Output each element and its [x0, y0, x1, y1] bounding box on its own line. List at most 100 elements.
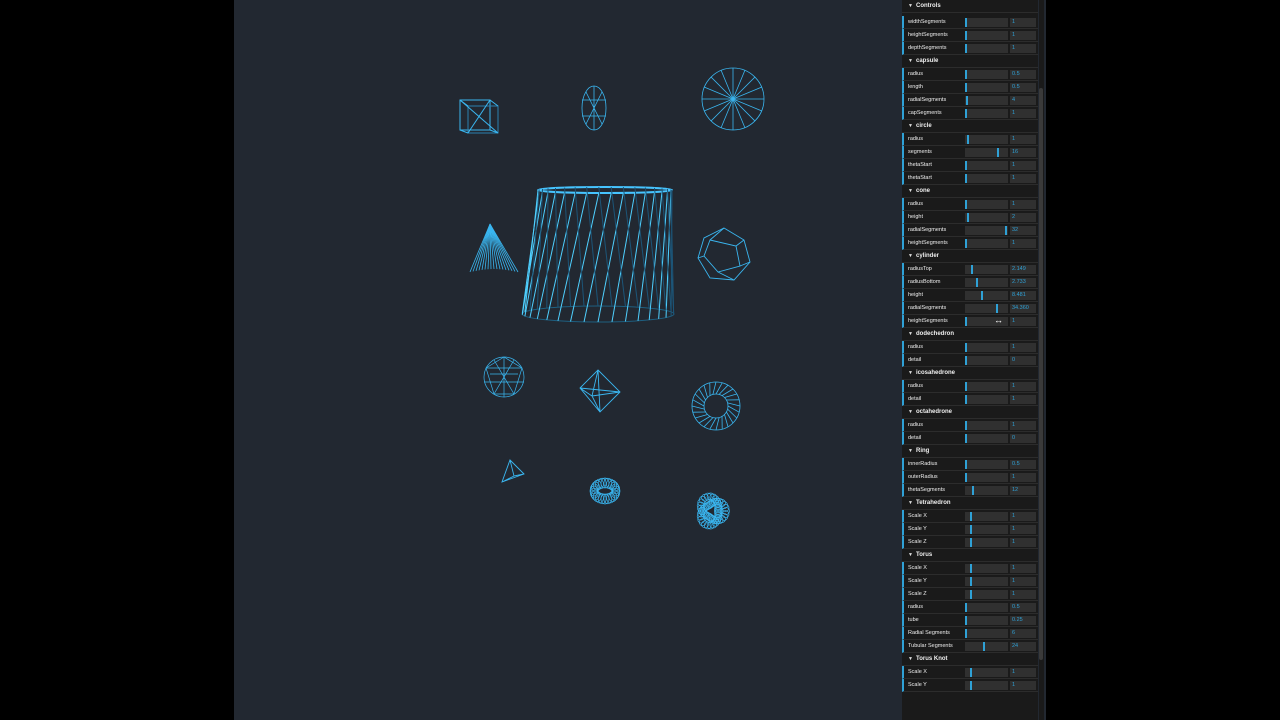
param-value-input[interactable]: 1 — [1010, 343, 1036, 352]
param-value-input[interactable]: 2.149 — [1010, 265, 1036, 274]
param-slider[interactable] — [965, 135, 1008, 144]
param-row: radiusTop 2.149 — [902, 263, 1038, 276]
panel-scroll-thumb[interactable] — [1039, 88, 1043, 660]
param-value-input[interactable]: 1 — [1010, 31, 1036, 40]
param-slider[interactable] — [965, 473, 1008, 482]
folder-title[interactable]: ▼ circle — [902, 120, 1038, 133]
param-slider[interactable] — [965, 239, 1008, 248]
param-value-input[interactable]: 1 — [1010, 18, 1036, 27]
param-value-input[interactable]: 0.5 — [1010, 83, 1036, 92]
param-value-input[interactable]: 1 — [1010, 577, 1036, 586]
param-value-input[interactable]: 24 — [1010, 642, 1036, 651]
folder-title[interactable]: ▼ Torus — [902, 549, 1038, 562]
param-slider[interactable] — [965, 31, 1008, 40]
param-slider[interactable] — [965, 629, 1008, 638]
param-slider[interactable] — [965, 668, 1008, 677]
param-slider[interactable] — [965, 564, 1008, 573]
folder-title[interactable]: ▼ icosahedrone — [902, 367, 1038, 380]
param-slider[interactable] — [965, 265, 1008, 274]
param-value-input[interactable]: 1 — [1010, 317, 1036, 326]
param-value-input[interactable]: 1 — [1010, 161, 1036, 170]
param-slider[interactable] — [965, 291, 1008, 300]
param-slider[interactable] — [965, 83, 1008, 92]
folder-title[interactable]: ▼ dodechedron — [902, 328, 1038, 341]
param-slider[interactable] — [965, 642, 1008, 651]
param-value-input[interactable]: 0.25 — [1010, 616, 1036, 625]
param-slider[interactable] — [965, 226, 1008, 235]
folder-title[interactable]: ▼ Torus Knot — [902, 653, 1038, 666]
chevron-down-icon: ▼ — [908, 500, 913, 506]
param-slider[interactable] — [965, 512, 1008, 521]
param-slider[interactable] — [965, 174, 1008, 183]
param-slider[interactable] — [965, 200, 1008, 209]
param-slider[interactable] — [965, 681, 1008, 690]
param-value-input[interactable]: 1 — [1010, 668, 1036, 677]
param-value-input[interactable]: 1 — [1010, 538, 1036, 547]
param-value-input[interactable]: 0 — [1010, 356, 1036, 365]
param-slider[interactable] — [965, 356, 1008, 365]
param-slider[interactable] — [965, 486, 1008, 495]
3d-viewport[interactable] — [234, 0, 898, 720]
param-value-input[interactable]: 1 — [1010, 421, 1036, 430]
param-value-input[interactable]: 32 — [1010, 226, 1036, 235]
scene-canvas[interactable] — [234, 0, 898, 720]
param-slider[interactable] — [965, 577, 1008, 586]
folder-title[interactable]: ▼ cylinder — [902, 250, 1038, 263]
param-value-input[interactable]: 34.360 — [1010, 304, 1036, 313]
param-value-input[interactable]: 1 — [1010, 109, 1036, 118]
param-value-input[interactable]: 1 — [1010, 200, 1036, 209]
param-value-input[interactable]: 0 — [1010, 434, 1036, 443]
param-slider[interactable] — [965, 460, 1008, 469]
param-row: radius 0.5 — [902, 68, 1038, 81]
param-slider[interactable] — [965, 590, 1008, 599]
folder-title[interactable]: ▼ Ring — [902, 445, 1038, 458]
param-value-input[interactable]: 1 — [1010, 590, 1036, 599]
param-slider[interactable] — [965, 161, 1008, 170]
param-slider[interactable] — [965, 382, 1008, 391]
param-slider[interactable] — [965, 395, 1008, 404]
folder-title[interactable]: ▼ capsule — [902, 55, 1038, 68]
folder-title[interactable]: ▼ octahedrone — [902, 406, 1038, 419]
param-slider[interactable] — [965, 148, 1008, 157]
param-slider[interactable] — [965, 18, 1008, 27]
param-value-input[interactable]: 4 — [1010, 96, 1036, 105]
folder-title[interactable]: ▼ Tetrahedron — [902, 497, 1038, 510]
param-slider[interactable] — [965, 525, 1008, 534]
param-value-input[interactable]: 6 — [1010, 629, 1036, 638]
param-slider[interactable] — [965, 213, 1008, 222]
param-slider[interactable] — [965, 109, 1008, 118]
param-value-input[interactable]: 16 — [1010, 148, 1036, 157]
param-value-input[interactable]: 1 — [1010, 382, 1036, 391]
param-slider[interactable] — [965, 616, 1008, 625]
param-value-input[interactable]: 1 — [1010, 525, 1036, 534]
param-slider[interactable] — [965, 96, 1008, 105]
param-slider[interactable] — [965, 278, 1008, 287]
param-value-input[interactable]: 1 — [1010, 512, 1036, 521]
param-slider[interactable] — [965, 70, 1008, 79]
param-value-input[interactable]: 8.481 — [1010, 291, 1036, 300]
controls-panel[interactable]: ▼ Controls widthSegments 1 heightSegments 1 d… — [902, 0, 1038, 720]
param-slider[interactable] — [965, 538, 1008, 547]
param-value-input[interactable]: 2.733 — [1010, 278, 1036, 287]
param-value-input[interactable]: 0.5 — [1010, 460, 1036, 469]
param-slider[interactable] — [965, 44, 1008, 53]
controls-title[interactable]: ▼ Controls — [902, 0, 1038, 13]
param-slider[interactable] — [965, 434, 1008, 443]
param-value-input[interactable]: 1 — [1010, 135, 1036, 144]
param-value-input[interactable]: 1 — [1010, 473, 1036, 482]
folder-title[interactable]: ▼ cone — [902, 185, 1038, 198]
param-value-input[interactable]: 1 — [1010, 239, 1036, 248]
param-value-input[interactable]: 0.5 — [1010, 70, 1036, 79]
param-value-input[interactable]: 0.5 — [1010, 603, 1036, 612]
param-value-input[interactable]: 1 — [1010, 681, 1036, 690]
param-slider[interactable] — [965, 304, 1008, 313]
param-slider[interactable] — [965, 343, 1008, 352]
param-value-input[interactable]: 1 — [1010, 44, 1036, 53]
param-value-input[interactable]: 1 — [1010, 174, 1036, 183]
param-value-input[interactable]: 12 — [1010, 486, 1036, 495]
param-value-input[interactable]: 1 — [1010, 395, 1036, 404]
param-slider[interactable] — [965, 421, 1008, 430]
param-slider[interactable] — [965, 603, 1008, 612]
param-value-input[interactable]: 2 — [1010, 213, 1036, 222]
param-value-input[interactable]: 1 — [1010, 564, 1036, 573]
